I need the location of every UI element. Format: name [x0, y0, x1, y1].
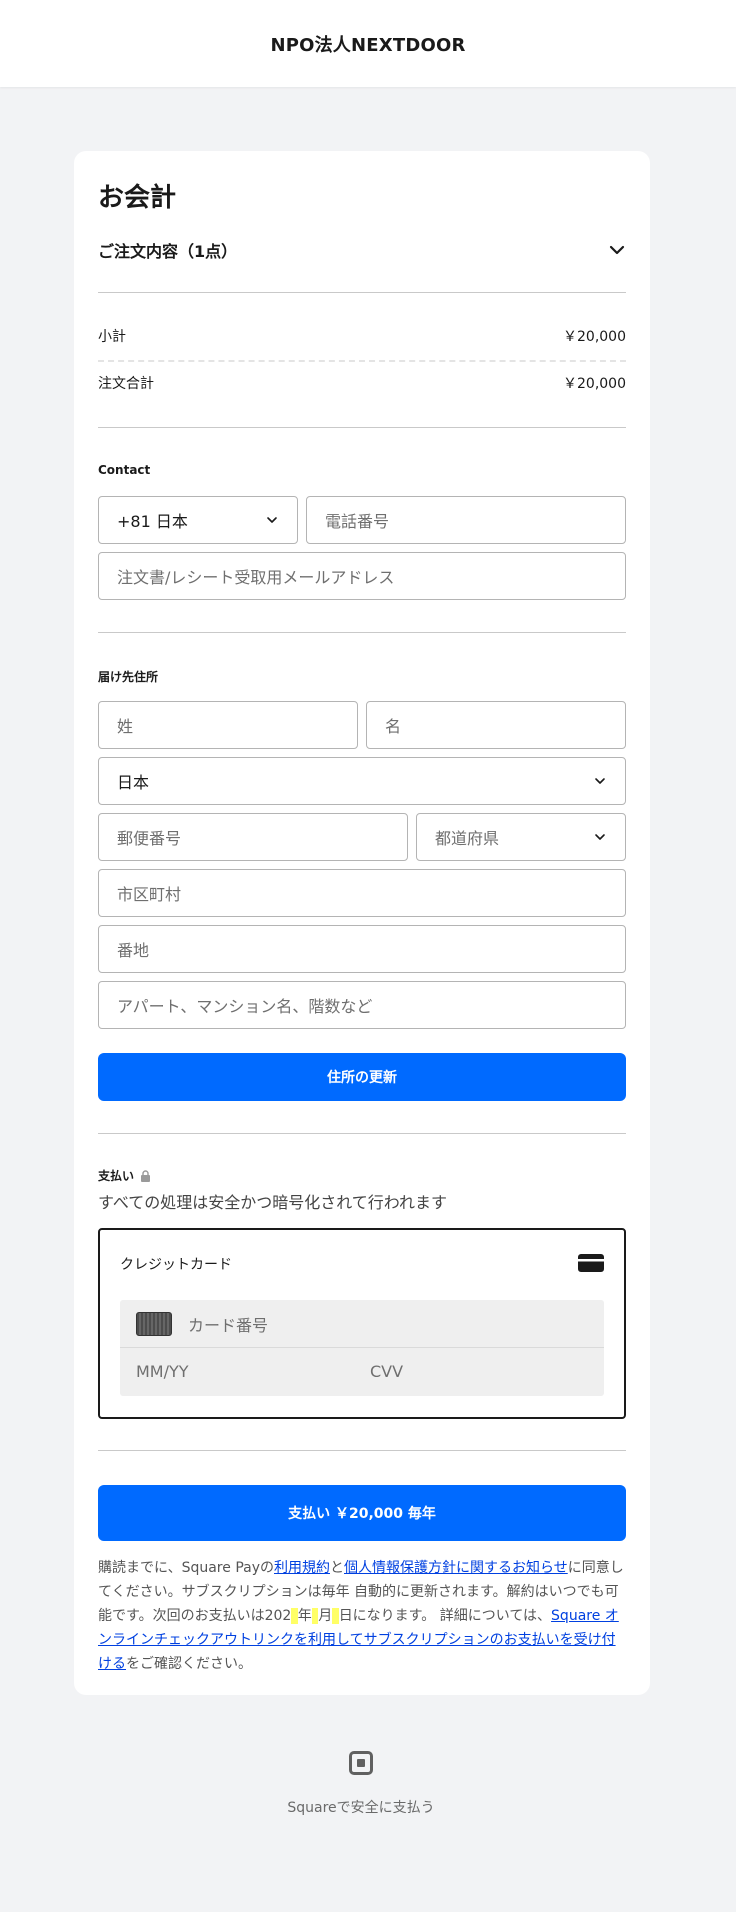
divider: [98, 427, 626, 428]
country-code-value: +81 日本: [117, 512, 188, 531]
legal-text: 購読までに、Square Payの利用規約と個人情報保護方針に関するお知らせに同…: [98, 1556, 626, 1676]
total-label: 注文合計: [98, 376, 154, 392]
pay-button[interactable]: 支払い ￥20,000 毎年: [98, 1485, 626, 1541]
subtotal-row: 小計 ￥20,000: [98, 326, 626, 346]
payment-section-label: 支払い: [98, 1169, 135, 1183]
divider: [98, 292, 626, 293]
subtotal-label: 小計: [98, 329, 126, 345]
apartment-input[interactable]: アパート、マンション名、階数など: [98, 981, 626, 1029]
country-select[interactable]: 日本: [98, 757, 626, 805]
chevron-down-icon: [267, 517, 277, 523]
apartment-placeholder: アパート、マンション名、階数など: [117, 997, 373, 1016]
first-name-input[interactable]: 名: [366, 701, 626, 749]
legal-text-1: 購読までに、Square Payの: [98, 1560, 274, 1576]
terms-link[interactable]: 利用規約: [274, 1560, 330, 1576]
dashed-divider: [98, 360, 626, 362]
shipping-section-label: 届け先住所: [98, 670, 159, 684]
chevron-down-icon: [609, 245, 625, 255]
chevron-down-icon: [595, 778, 605, 784]
email-placeholder: 注文書/レシート受取用メールアドレス: [117, 568, 395, 587]
city-placeholder: 市区町村: [117, 885, 182, 904]
credit-card-form: クレジットカード カード番号 MM/YY CVV: [98, 1228, 626, 1419]
privacy-notice-link[interactable]: 個人情報保護方針に関するお知らせ: [344, 1560, 568, 1576]
expiry-input[interactable]: MM/YY: [136, 1348, 189, 1396]
legal-text-5: 月: [318, 1608, 333, 1624]
street-input[interactable]: 番地: [98, 925, 626, 973]
last-name-input[interactable]: 姓: [98, 701, 358, 749]
order-summary-label: ご注文内容（1点）: [98, 242, 238, 261]
last-name-placeholder: 姓: [117, 717, 134, 736]
divider: [98, 632, 626, 633]
divider: [98, 1450, 626, 1451]
country-value: 日本: [117, 773, 150, 792]
order-summary-toggle[interactable]: ご注文内容（1点）: [98, 235, 626, 265]
generic-card-icon: [136, 1311, 172, 1336]
prefecture-select[interactable]: 都道府県: [416, 813, 626, 861]
page-title: お会計: [98, 183, 177, 213]
card-number-placeholder: カード番号: [188, 1315, 269, 1335]
street-placeholder: 番地: [117, 941, 150, 960]
divider: [98, 1133, 626, 1134]
legal-text-4: 年: [297, 1608, 312, 1624]
update-address-button[interactable]: 住所の更新: [98, 1053, 626, 1101]
city-input[interactable]: 市区町村: [98, 869, 626, 917]
prefecture-placeholder: 都道府県: [435, 829, 500, 848]
footer-secure-text: Squareで安全に支払う: [287, 1800, 435, 1816]
total-value: ￥20,000: [563, 376, 626, 392]
country-code-select[interactable]: +81 日本: [98, 496, 298, 544]
chevron-down-icon: [595, 834, 605, 840]
checkout-card: お会計 ご注文内容（1点） 小計 ￥20,000 注文合計 ￥20,000 Co…: [74, 151, 650, 1695]
payment-method-label: クレジットカード: [120, 1257, 232, 1273]
legal-text-2: と: [330, 1560, 344, 1576]
legal-text-6: 日になります。 詳細については、: [338, 1608, 552, 1624]
square-logo-icon: [349, 1751, 373, 1775]
payment-section-header: 支払い: [98, 1167, 626, 1184]
top-bar: NPO法人NEXTDOOR: [0, 0, 736, 87]
expiry-cvv-row: MM/YY CVV: [120, 1348, 604, 1396]
credit-card-icon: [578, 1254, 604, 1272]
subtotal-value: ￥20,000: [563, 329, 626, 345]
phone-input[interactable]: 電話番号: [306, 496, 626, 544]
phone-placeholder: 電話番号: [325, 512, 390, 531]
merchant-name: NPO法人NEXTDOOR: [270, 34, 466, 56]
contact-section-label: Contact: [98, 463, 151, 477]
first-name-placeholder: 名: [385, 717, 402, 736]
lock-icon: [141, 1169, 151, 1182]
total-row: 注文合計 ￥20,000: [98, 373, 626, 393]
postal-code-input[interactable]: 郵便番号: [98, 813, 408, 861]
legal-text-7: をご確認ください。: [126, 1656, 252, 1672]
email-input[interactable]: 注文書/レシート受取用メールアドレス: [98, 552, 626, 600]
postal-code-placeholder: 郵便番号: [117, 829, 182, 848]
cvv-input[interactable]: CVV: [370, 1348, 403, 1396]
payment-secure-note: すべての処理は安全かつ暗号化されて行われます: [98, 1193, 447, 1212]
card-number-input[interactable]: カード番号: [120, 1300, 604, 1348]
